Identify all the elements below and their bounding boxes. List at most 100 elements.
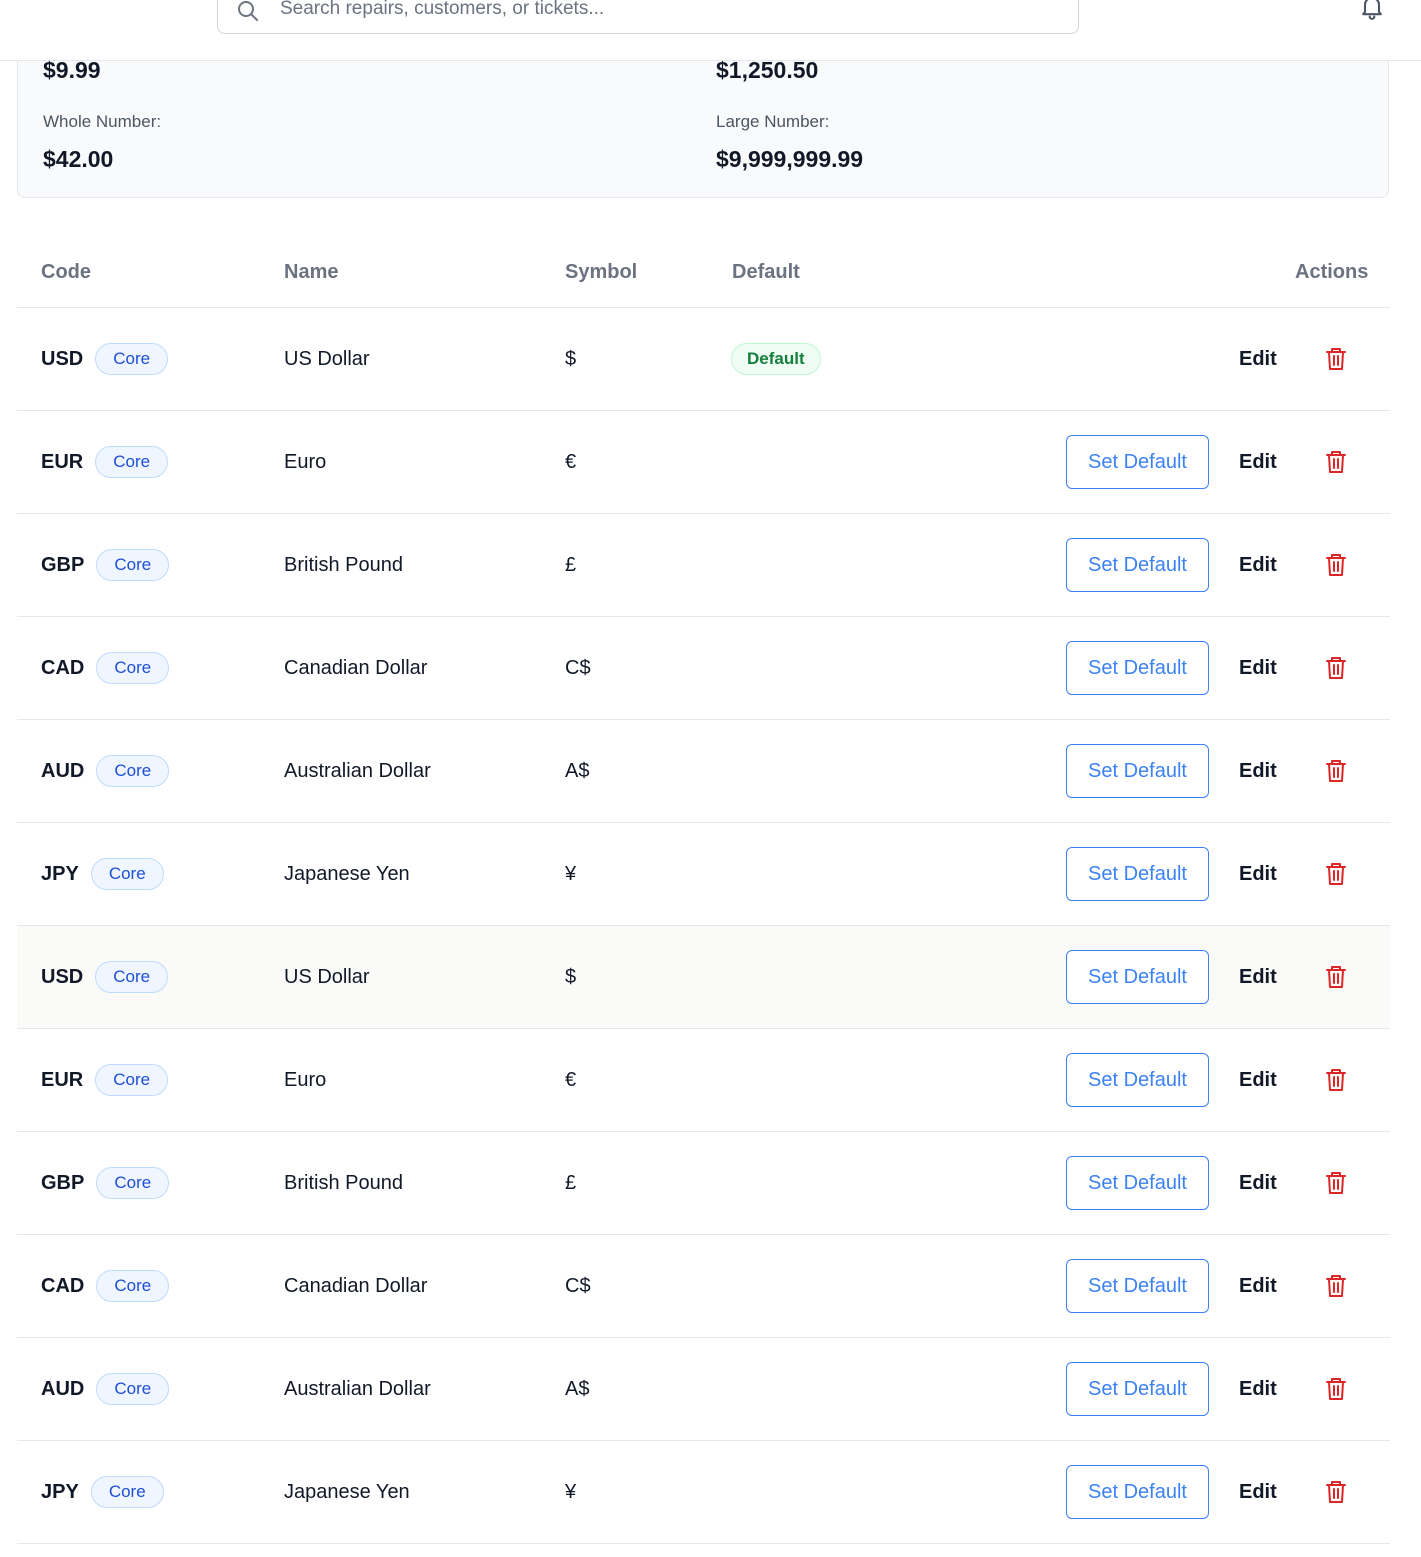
currency-code: AUD	[41, 759, 85, 782]
trash-icon[interactable]	[1324, 1273, 1348, 1299]
trash-icon[interactable]	[1324, 758, 1348, 784]
currency-name: Euro	[284, 451, 327, 473]
trash-icon[interactable]	[1324, 861, 1348, 887]
currency-code: GBP	[41, 553, 85, 576]
edit-button[interactable]: Edit	[1239, 1378, 1277, 1401]
core-badge: Core	[90, 1476, 164, 1508]
format-value: $9.99	[43, 57, 101, 83]
currency-code: GBP	[41, 1171, 85, 1194]
currency-name: British Pound	[284, 1172, 403, 1194]
currency-format-preview: $9.99 $1,250.50 Whole Number: $42.00 Lar…	[17, 40, 1389, 198]
currency-code: AUD	[41, 1377, 85, 1400]
code-cell: EUR Core	[41, 411, 169, 513]
set-default-button[interactable]: Set Default	[1066, 538, 1209, 592]
core-badge: Core	[96, 652, 170, 684]
trash-icon[interactable]	[1324, 1170, 1348, 1196]
currency-name: US Dollar	[284, 348, 370, 370]
currency-code: EUR	[41, 1068, 84, 1091]
edit-button[interactable]: Edit	[1239, 348, 1277, 371]
currency-name: Japanese Yen	[284, 1481, 410, 1503]
code-cell: GBP Core	[41, 1132, 170, 1234]
edit-button[interactable]: Edit	[1239, 657, 1277, 680]
set-default-button[interactable]: Set Default	[1066, 1259, 1209, 1313]
code-cell: EUR Core	[41, 1029, 169, 1131]
currency-symbol: €	[565, 1069, 577, 1091]
table-row: JPY Core Japanese Yen ¥ Set Default Edit	[17, 823, 1390, 926]
default-badge: Default	[731, 343, 821, 375]
currency-code: USD	[41, 965, 84, 988]
currency-symbol: ¥	[565, 1481, 577, 1503]
currency-name: US Dollar	[284, 966, 370, 988]
table-row: CAD Core Canadian Dollar C$ Set Default Edit	[17, 617, 1390, 720]
core-badge: Core	[95, 961, 169, 993]
edit-button[interactable]: Edit	[1239, 554, 1277, 577]
column-header-name: Name	[284, 261, 339, 283]
currency-name: Australian Dollar	[284, 760, 431, 782]
column-header-code: Code	[41, 261, 91, 283]
currency-code: USD	[41, 347, 84, 370]
set-default-button[interactable]: Set Default	[1066, 950, 1209, 1004]
table-row: EUR Core Euro € Set Default Edit	[17, 1029, 1390, 1132]
edit-button[interactable]: Edit	[1239, 966, 1277, 989]
edit-button[interactable]: Edit	[1239, 1172, 1277, 1195]
set-default-button[interactable]: Set Default	[1066, 641, 1209, 695]
currency-symbol: C$	[565, 657, 591, 679]
table-row: CAD Core Canadian Dollar C$ Set Default Edit	[17, 1235, 1390, 1338]
column-header-default: Default	[732, 261, 800, 283]
set-default-button[interactable]: Set Default	[1066, 435, 1209, 489]
edit-button[interactable]: Edit	[1239, 863, 1277, 886]
search-icon	[238, 1, 258, 21]
currency-name: Canadian Dollar	[284, 1275, 428, 1297]
search-box[interactable]	[217, 0, 1079, 34]
trash-icon[interactable]	[1324, 1376, 1348, 1402]
currency-symbol: £	[565, 1172, 577, 1194]
currency-code: CAD	[41, 1274, 85, 1297]
trash-icon[interactable]	[1324, 964, 1348, 990]
table-row: AUD Core Australian Dollar A$ Set Default Edi…	[17, 1338, 1390, 1441]
core-badge: Core	[96, 549, 170, 581]
edit-button[interactable]: Edit	[1239, 760, 1277, 783]
currency-symbol: A$	[565, 1378, 590, 1400]
bell-icon[interactable]	[1358, 0, 1386, 20]
core-badge: Core	[96, 755, 170, 787]
trash-icon[interactable]	[1324, 655, 1348, 681]
currency-symbol: C$	[565, 1275, 591, 1297]
trash-icon[interactable]	[1324, 449, 1348, 475]
currency-symbol: £	[565, 554, 577, 576]
format-value: $9,999,999.99	[716, 146, 864, 172]
edit-button[interactable]: Edit	[1239, 1275, 1277, 1298]
trash-icon[interactable]	[1324, 1479, 1348, 1505]
edit-button[interactable]: Edit	[1239, 1069, 1277, 1092]
currency-symbol: ¥	[565, 863, 577, 885]
search-input[interactable]	[278, 0, 1042, 21]
trash-icon[interactable]	[1324, 1067, 1348, 1093]
currency-symbol: $	[565, 966, 577, 988]
trash-icon[interactable]	[1324, 346, 1348, 372]
table-header: Code Name Symbol Default Actions	[17, 237, 1390, 308]
edit-button[interactable]: Edit	[1239, 1481, 1277, 1504]
format-label: Whole Number:	[43, 112, 162, 131]
table-row: GBP Core British Pound £ Set Default Edit	[17, 514, 1390, 617]
currency-symbol: A$	[565, 760, 590, 782]
core-badge: Core	[95, 343, 169, 375]
currency-name: Australian Dollar	[284, 1378, 431, 1400]
core-badge: Core	[95, 446, 169, 478]
edit-button[interactable]: Edit	[1239, 451, 1277, 474]
currency-code: JPY	[41, 1480, 79, 1503]
set-default-button[interactable]: Set Default	[1066, 1156, 1209, 1210]
currency-code: EUR	[41, 450, 84, 473]
set-default-button[interactable]: Set Default	[1066, 1362, 1209, 1416]
trash-icon[interactable]	[1324, 552, 1348, 578]
set-default-button[interactable]: Set Default	[1066, 1053, 1209, 1107]
currency-code: CAD	[41, 656, 85, 679]
set-default-button[interactable]: Set Default	[1066, 744, 1209, 798]
table-body: USD Core US Dollar $ Default Edit EUR Core Euro €…	[17, 308, 1390, 1544]
set-default-button[interactable]: Set Default	[1066, 1465, 1209, 1519]
core-badge: Core	[96, 1270, 170, 1302]
core-badge: Core	[96, 1373, 170, 1405]
table-row: JPY Core Japanese Yen ¥ Set Default Edit	[17, 1441, 1390, 1544]
code-cell: JPY Core	[41, 823, 164, 925]
table-row: USD Core US Dollar $ Default Edit	[17, 308, 1390, 411]
table-row: GBP Core British Pound £ Set Default Edit	[17, 1132, 1390, 1235]
set-default-button[interactable]: Set Default	[1066, 847, 1209, 901]
